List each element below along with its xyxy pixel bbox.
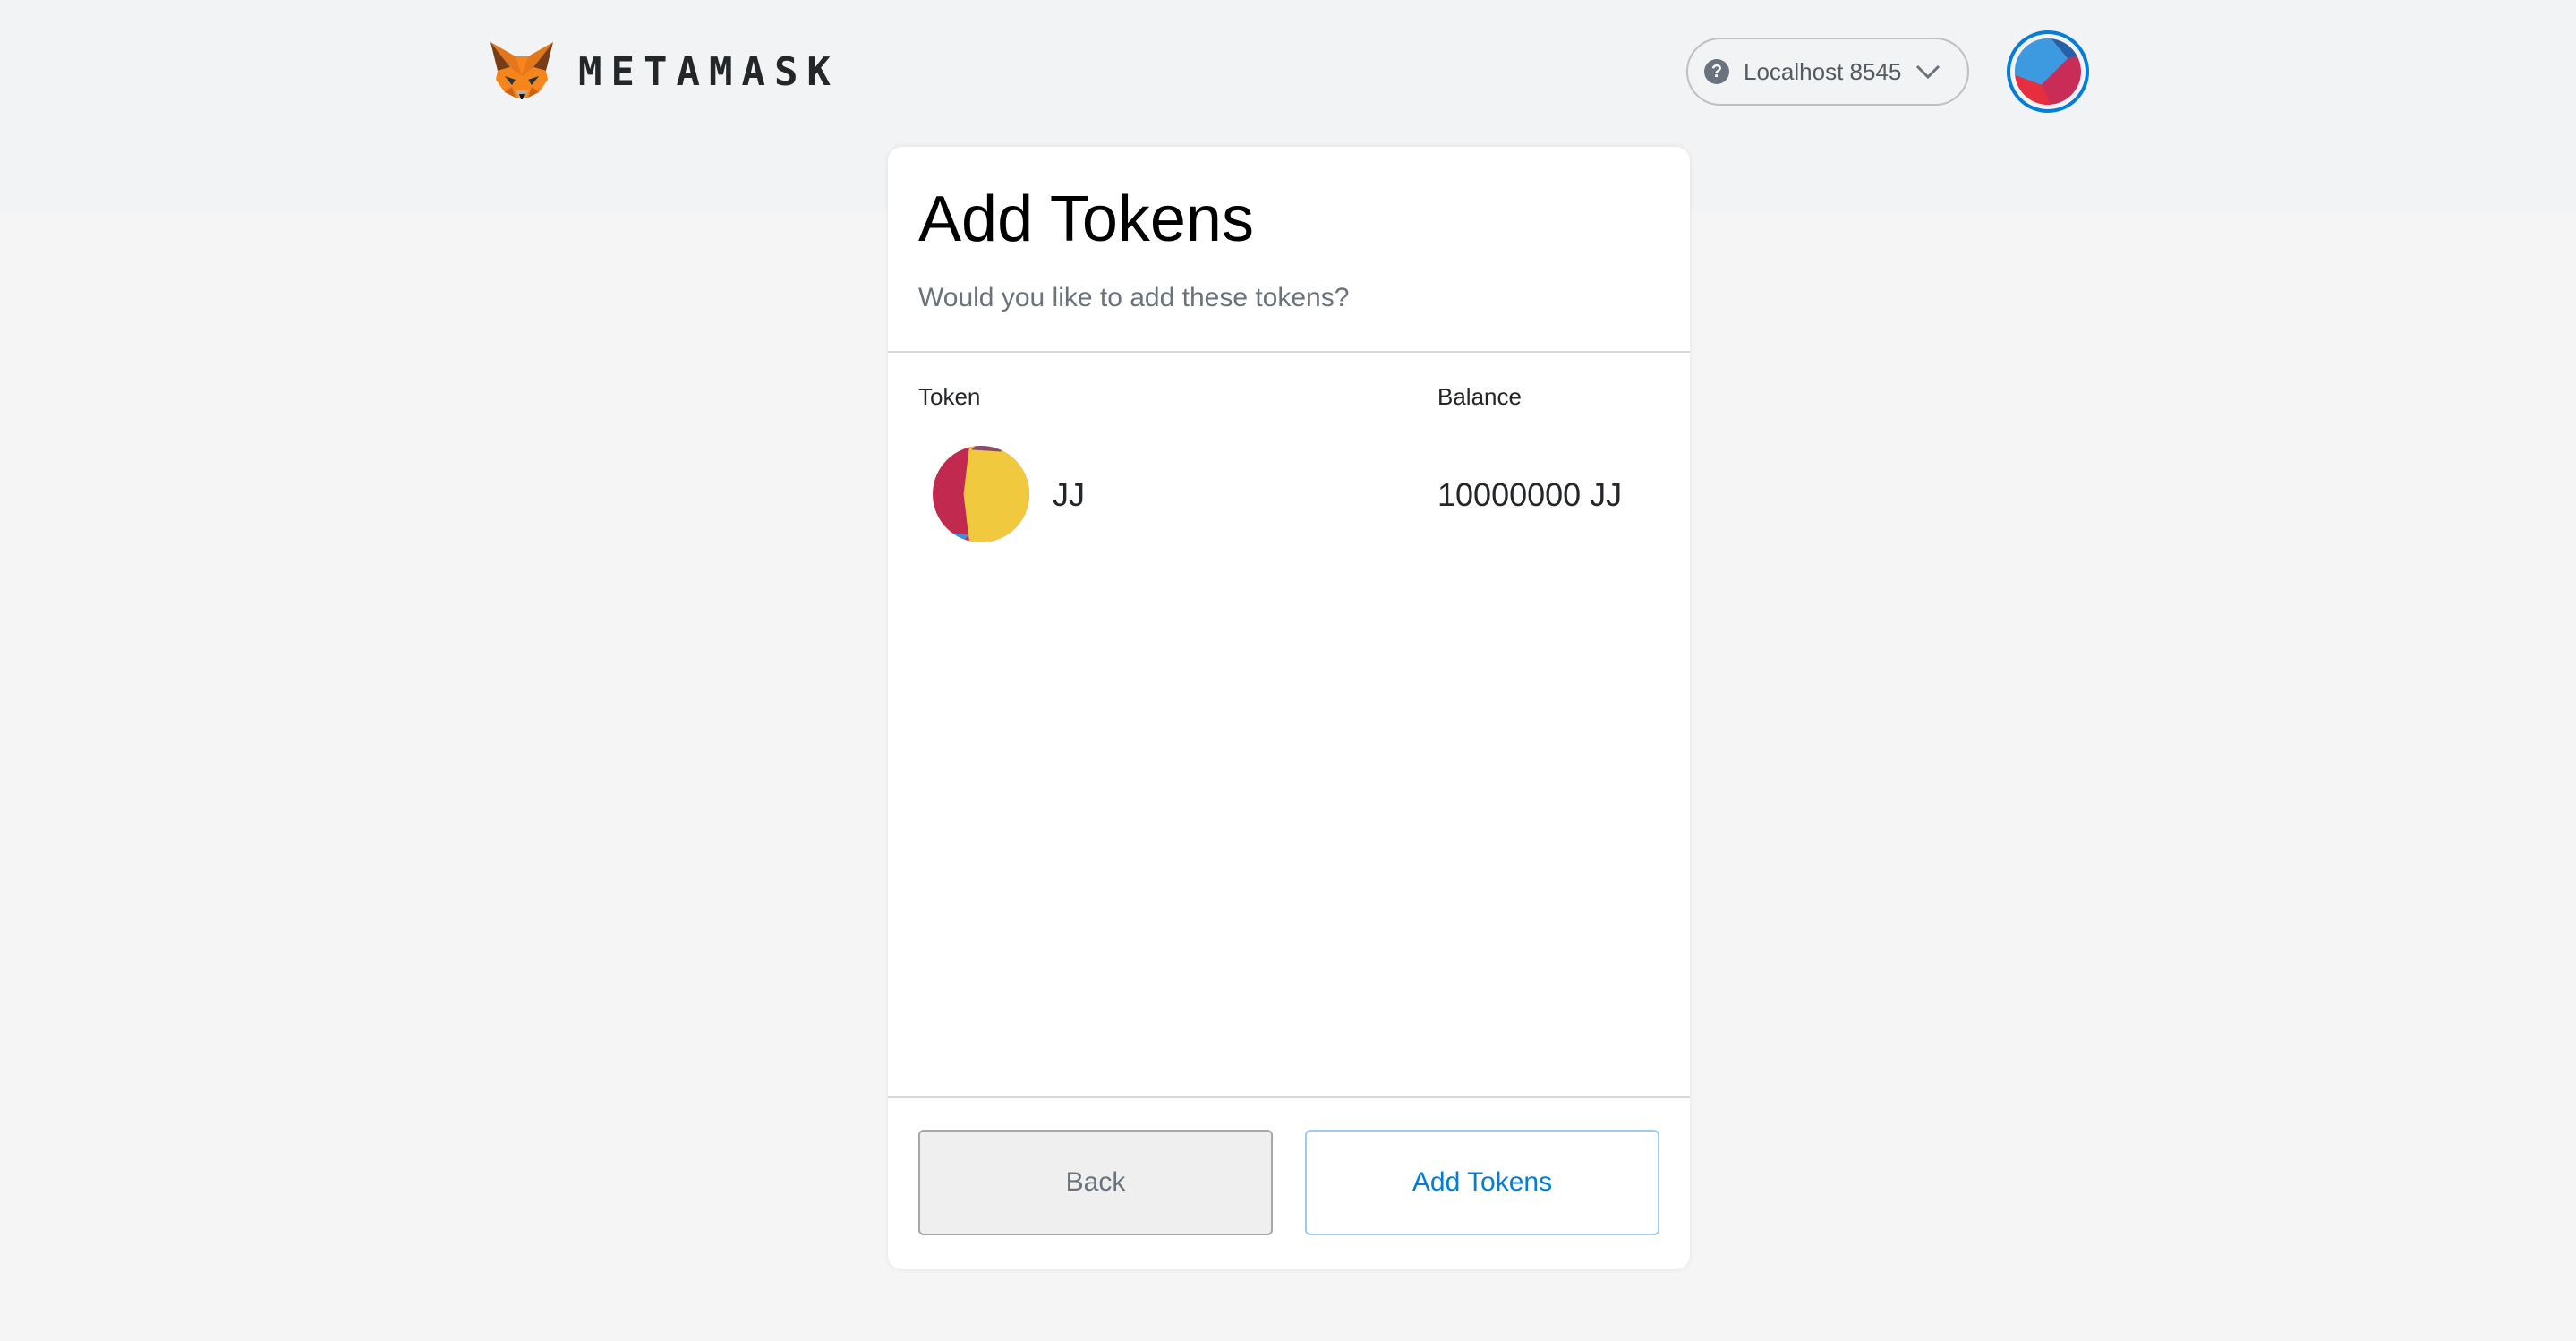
divider: [888, 1096, 1690, 1098]
divider: [888, 351, 1690, 353]
token-row: JJ 10000000 JJ: [933, 446, 1667, 544]
column-header-balance: Balance: [1437, 383, 1522, 410]
brand-wordmark: METAMASK: [578, 48, 840, 95]
add-tokens-card: Add Tokens Would you like to add these t…: [888, 147, 1690, 1269]
chevron-down-icon: [1916, 64, 1941, 80]
column-header-token: Token: [918, 383, 981, 410]
metamask-fox-icon: [490, 42, 553, 99]
account-identicon: [2015, 38, 2081, 105]
token-balance: 10000000 JJ: [1437, 476, 1623, 513]
page-subtitle: Would you like to add these tokens?: [918, 283, 1350, 312]
question-circle-icon: ?: [1704, 59, 1729, 84]
metamask-logo[interactable]: METAMASK: [489, 39, 840, 104]
back-button[interactable]: Back: [918, 1130, 1273, 1235]
page-title: Add Tokens: [918, 184, 1254, 255]
network-label: Localhost 8545: [1744, 57, 1902, 85]
token-identicon: [933, 446, 1029, 542]
account-avatar[interactable]: [2007, 30, 2089, 113]
add-tokens-button[interactable]: Add Tokens: [1305, 1130, 1659, 1235]
token-symbol: JJ: [1053, 476, 1085, 513]
network-selector[interactable]: ? Localhost 8545: [1686, 38, 1969, 106]
